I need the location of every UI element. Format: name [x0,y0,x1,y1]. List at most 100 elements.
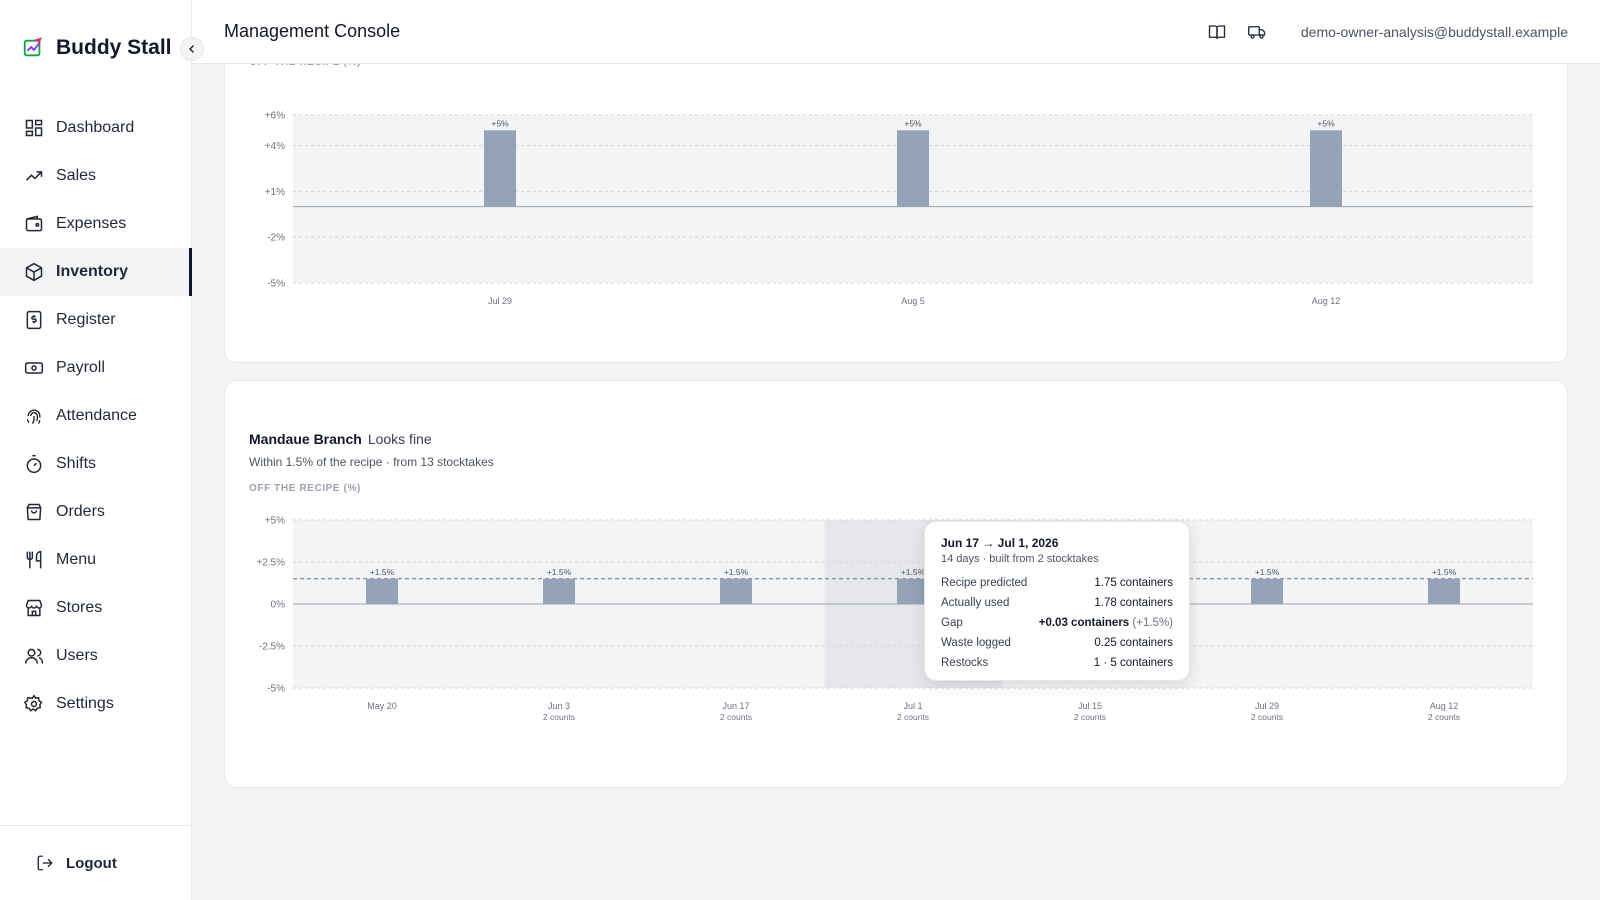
sidebar-item-settings[interactable]: Settings [0,680,192,728]
top-header: Management Console demo-owner-analysis@b… [192,0,1600,64]
tooltip-row-label: Waste logged [941,637,1011,649]
x-tick-sublabel: 2 counts [1074,712,1106,722]
branch-name: Mandaue Branch [249,431,362,447]
sidebar-item-inventory[interactable]: Inventory [0,248,192,296]
recipe-variance-chart-1: +6% +4% +1% -2% -5% +5% Jul 29 +5% Aug 5 +5% Aug 1… [265,111,1533,306]
sidebar-item-payroll[interactable]: Payroll [0,344,192,392]
users-icon [24,646,44,666]
tooltip-row-label: Gap [941,617,963,629]
sidebar-item-label: Stores [56,599,103,616]
trending-up-icon [24,166,44,186]
sidebar-item-label: Payroll [56,359,105,376]
x-tick-label: Jul 29 [488,296,512,306]
sidebar-item-menu[interactable]: Menu [0,536,192,584]
sidebar-item-attendance[interactable]: Attendance [0,392,192,440]
sidebar-item-expenses[interactable]: Expenses [0,200,192,248]
tooltip-row-value-group: +0.03 containers (+1.5%) [1039,617,1173,629]
register-icon [24,310,44,330]
card-title: Mandaue Branch Looks fine [249,431,432,447]
y-tick-label: +1% [265,187,285,198]
sidebar: Buddy Stall Dashboard Sales Expenses Inv… [0,0,204,900]
card-subtitle: Within 1.5% of the recipe · from 13 stoc… [249,455,494,469]
data-label: +1.5% [724,567,749,577]
sidebar-item-orders[interactable]: Orders [0,488,192,536]
x-tick-label: Jun 3 [548,701,570,711]
bar [484,130,516,207]
y-tick-label: -5% [267,684,285,695]
chart-ylabel: OFF THE RECIPE (%) [249,483,361,494]
x-tick-label: Jul 1 [903,701,922,711]
sidebar-item-label: Settings [56,695,114,712]
bar [897,130,929,207]
x-tick-label: Jul 29 [1255,701,1279,711]
box-icon [24,262,44,282]
x-tick-label: Aug 5 [901,296,925,306]
x-tick-label: Aug 12 [1312,296,1341,306]
chevron-left-icon [189,45,194,53]
tooltip-row: Gap +0.03 containers (+1.5%) [941,613,1173,633]
sidebar-nav: Dashboard Sales Expenses Inventory Regis… [0,104,192,728]
logout-label: Logout [66,854,117,872]
timer-icon [24,454,44,474]
sidebar-item-label: Attendance [56,407,137,424]
sidebar-item-label: Dashboard [56,119,135,136]
bar [1310,130,1342,207]
branch-card-mandaue: Mandaue Branch Looks fine Within 1.5% of… [224,380,1568,788]
logout-button[interactable]: Logout [36,854,117,872]
sidebar-item-label: Shifts [56,455,97,472]
gear-icon [24,694,44,714]
sidebar-item-label: Expenses [56,215,127,232]
shopping-bag-icon [24,502,44,522]
book-open-icon[interactable] [1207,22,1227,42]
sidebar-item-label: Menu [56,551,97,568]
y-tick-label: 0% [271,600,286,611]
y-tick-label: -2.5% [259,642,285,653]
tooltip-gap-value: +0.03 containers [1038,617,1130,629]
bar [366,578,398,604]
tooltip-row: Restocks 1 · 5 containers [941,653,1173,673]
status-text: Looks fine [367,431,432,447]
tooltip-row-label: Recipe predicted [941,577,1028,589]
branch-card-partial: OFF THE RECIPE (%) +6%+4%+1%-2%-5%+5%Jul… [224,20,1568,363]
x-tick-sublabel: 2 counts [1251,712,1283,722]
data-label: +1.5% [1255,567,1280,577]
sidebar-item-shifts[interactable]: Shifts [0,440,192,488]
logout-icon [36,854,54,872]
data-label: +5% [904,118,922,128]
brand[interactable]: Buddy Stall [22,36,172,60]
bar [543,578,575,604]
tooltip-row-value: 0.25 containers [1094,637,1173,649]
utensils-icon [24,550,44,570]
sidebar-item-stores[interactable]: Stores [0,584,192,632]
x-tick-sublabel: 2 counts [897,712,929,722]
sidebar-item-sales[interactable]: Sales [0,152,192,200]
sidebar-item-label: Sales [56,167,97,184]
tooltip-gap-percent: (+1.5%) [1132,617,1173,629]
x-tick-label: Aug 12 [1430,701,1459,711]
x-tick-sublabel: 2 counts [720,712,752,722]
y-tick-label: -2% [267,233,285,244]
page-title: Management Console [224,21,401,41]
x-tick-label: Jun 17 [722,701,749,711]
truck-icon[interactable] [1247,22,1267,42]
data-label: +1.5% [1432,567,1457,577]
data-label: +5% [1317,118,1335,128]
sidebar-item-register[interactable]: Register [0,296,192,344]
x-tick-sublabel: 2 counts [543,712,575,722]
collapse-sidebar-button[interactable] [180,37,204,61]
sidebar-item-dashboard[interactable]: Dashboard [0,104,192,152]
banknote-icon [24,358,44,378]
sidebar-item-label: Orders [56,503,105,520]
bar [720,578,752,604]
user-email[interactable]: demo-owner-analysis@buddystall.example [1301,24,1568,40]
wallet-icon [24,214,44,234]
bar [1251,578,1283,604]
y-tick-label: +2.5% [256,558,285,569]
data-label: +1.5% [370,567,395,577]
sidebar-item-users[interactable]: Users [0,632,192,680]
tooltip-row: Recipe predicted 1.75 containers [941,573,1173,593]
sidebar-item-label: Inventory [56,263,129,280]
y-tick-label: +4% [265,141,285,152]
header-actions: demo-owner-analysis@buddystall.example [1207,0,1568,64]
recipe-variance-chart-2[interactable]: +5%+2.5%0%-2.5%-5%+1.5%May 20+1.5%Jun 32… [225,501,1569,731]
